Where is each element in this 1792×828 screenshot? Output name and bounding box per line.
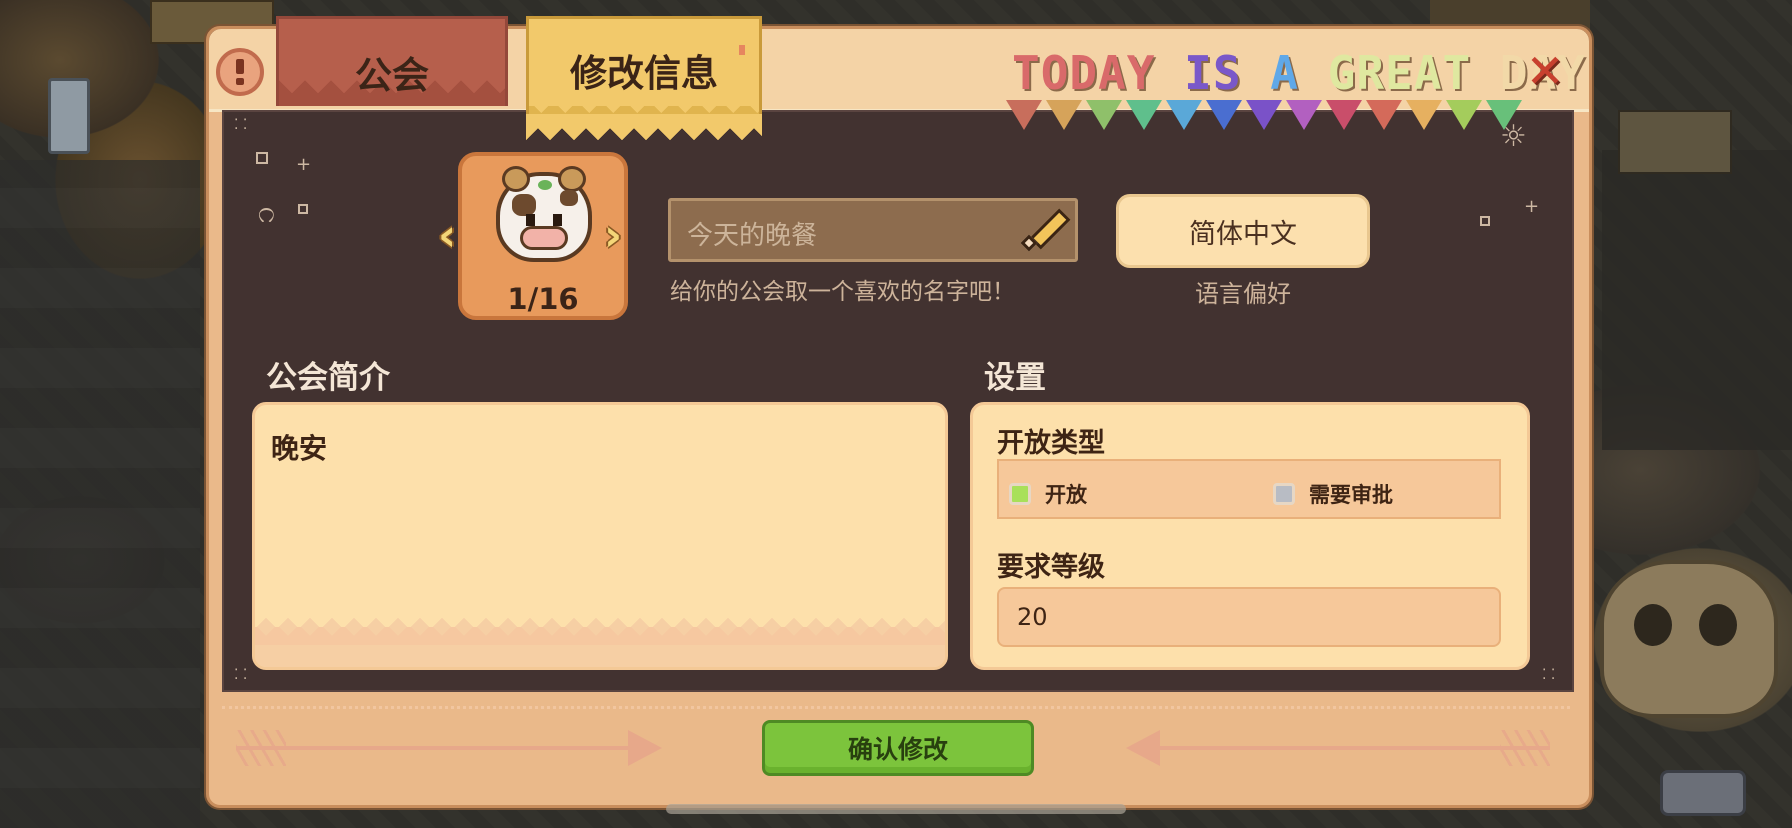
- tab-guild-label: 公会: [355, 54, 429, 97]
- giant-skull: [1600, 560, 1778, 718]
- bunting-flag: [1326, 100, 1362, 130]
- corner-dots: ⁚ ⁚: [1542, 667, 1556, 683]
- arrow-deco-right: [1130, 746, 1550, 750]
- open-type-options: 开放 需要审批: [997, 459, 1501, 519]
- cow-emblem-icon: [496, 166, 592, 262]
- checkbox-approval[interactable]: [1273, 483, 1295, 505]
- info-button[interactable]: [216, 48, 264, 96]
- banner-word: GREAT: [1298, 46, 1472, 100]
- language-button-label: 简体中文: [1189, 218, 1297, 250]
- road-left: [0, 160, 200, 828]
- deco-square: [1480, 216, 1490, 226]
- language-button[interactable]: 简体中文: [1116, 194, 1370, 268]
- bunting-flag: [1166, 100, 1202, 130]
- level-label: 要求等级: [997, 552, 1105, 583]
- description-title: 公会简介: [266, 360, 390, 396]
- emblem-counter: 1/16: [507, 282, 579, 316]
- banner-word: A: [1241, 46, 1299, 100]
- sparkle-icon: +: [296, 154, 312, 175]
- close-icon: ✕: [1525, 44, 1565, 98]
- confirm-button-label: 确认修改: [847, 735, 948, 764]
- option-approval-label: 需要审批: [1309, 483, 1393, 507]
- pencil-icon[interactable]: [1020, 207, 1071, 253]
- guild-emblem-card[interactable]: 1/16: [458, 152, 628, 320]
- bunting-flag: [1006, 100, 1042, 130]
- bunting-flag: [1286, 100, 1322, 130]
- description-text: 晚安: [271, 432, 328, 465]
- divider: [222, 706, 1570, 709]
- guild-name-hint: 给你的公会取一个喜欢的名字吧！: [670, 279, 1015, 305]
- option-approval[interactable]: 需要审批: [1273, 479, 1393, 509]
- confirm-button[interactable]: 确认修改: [762, 720, 1034, 776]
- required-level-input[interactable]: 20: [997, 587, 1501, 647]
- corner-dots: ⁚ ⁚: [234, 667, 248, 683]
- building-right: [1618, 110, 1732, 174]
- feather-deco-left: [236, 730, 286, 766]
- checkbox-open[interactable]: [1009, 483, 1031, 505]
- guild-name-input[interactable]: 今天的晚餐: [668, 198, 1078, 262]
- corner-dots: ⁚ ⁚: [234, 117, 248, 133]
- exclamation-icon: [233, 59, 247, 85]
- language-caption: 语言偏好: [1195, 280, 1291, 308]
- settings-title: 设置: [984, 360, 1046, 396]
- bunting-flag: [1486, 100, 1522, 130]
- deco-square: [256, 152, 268, 164]
- bunting-flag: [1046, 100, 1082, 130]
- close-button[interactable]: ✕: [1524, 44, 1566, 98]
- bunting-flag: [1446, 100, 1482, 130]
- deco-square: [298, 204, 308, 214]
- bunting-flag: [1406, 100, 1442, 130]
- tab-edit-info-label: 修改信息: [570, 52, 718, 95]
- scooter: [1660, 770, 1746, 816]
- bunting-flag: [1246, 100, 1282, 130]
- swirl-icon: ೧: [258, 195, 275, 230]
- required-level-value: 20: [1017, 603, 1048, 631]
- bunting-flag: [1366, 100, 1402, 130]
- bunting-flag: [1206, 100, 1242, 130]
- arrowhead-left-icon: [1126, 730, 1160, 766]
- tab-guild[interactable]: 公会: [276, 16, 508, 106]
- option-open-label: 开放: [1045, 483, 1087, 507]
- road-right: [1602, 150, 1792, 450]
- sparkle-icon: +: [1524, 196, 1540, 217]
- home-indicator[interactable]: [666, 804, 1126, 814]
- tab-edit-info[interactable]: 修改信息: [526, 16, 762, 142]
- arrowhead-right-icon: [628, 730, 662, 766]
- street-lamp: [48, 78, 90, 154]
- settings-panel: 开放类型 开放 需要审批 要求等级 20: [970, 402, 1530, 670]
- description-textarea[interactable]: 晚安: [252, 402, 948, 670]
- banner-word: IS: [1155, 46, 1242, 100]
- open-type-label: 开放类型: [997, 428, 1105, 459]
- banner-title: TODAY IS A GREAT DAY: [1012, 46, 1586, 100]
- bunting-flag: [1086, 100, 1122, 130]
- next-avatar-arrow[interactable]: ›: [604, 214, 622, 258]
- prev-avatar-arrow[interactable]: ‹: [438, 214, 456, 258]
- bunting-flags: [1006, 100, 1522, 130]
- feather-deco-right: [1500, 730, 1550, 766]
- arrow-deco-left: [236, 746, 636, 750]
- banner-word: TODAY: [1012, 46, 1156, 100]
- bunting-flag: [1126, 100, 1162, 130]
- guild-name-placeholder: 今天的晚餐: [687, 221, 818, 251]
- option-open[interactable]: 开放: [1009, 479, 1087, 509]
